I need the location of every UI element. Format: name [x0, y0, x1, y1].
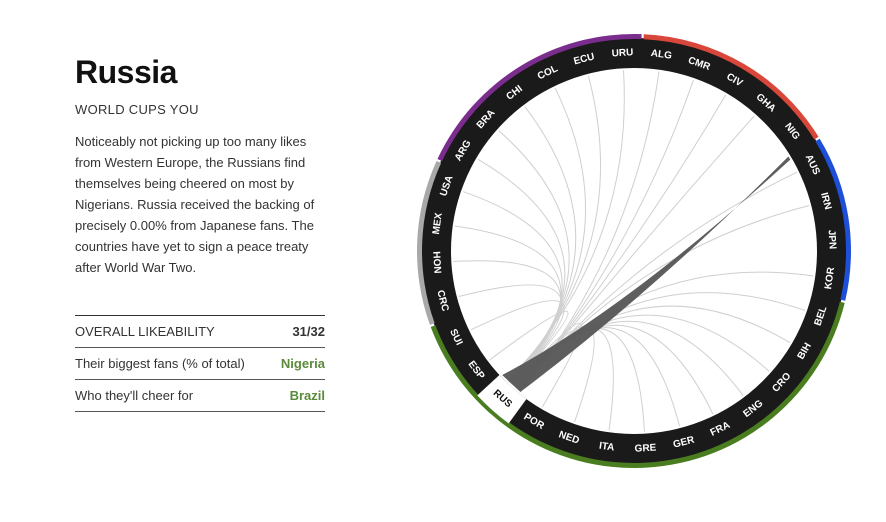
team-label-hon[interactable]: HON — [430, 251, 442, 274]
team-label-jpn[interactable]: JPN — [826, 229, 838, 249]
team-label-ita[interactable]: ITA — [598, 441, 615, 454]
team-label-uru[interactable]: URU — [611, 47, 633, 59]
chord-main-nig — [502, 156, 791, 392]
team-label-gre[interactable]: GRE — [634, 443, 657, 455]
chord-diagram: URU ALGCMRCIVGHANIGAUSIRNJPNKORBELBIHCROE… — [417, 34, 851, 468]
